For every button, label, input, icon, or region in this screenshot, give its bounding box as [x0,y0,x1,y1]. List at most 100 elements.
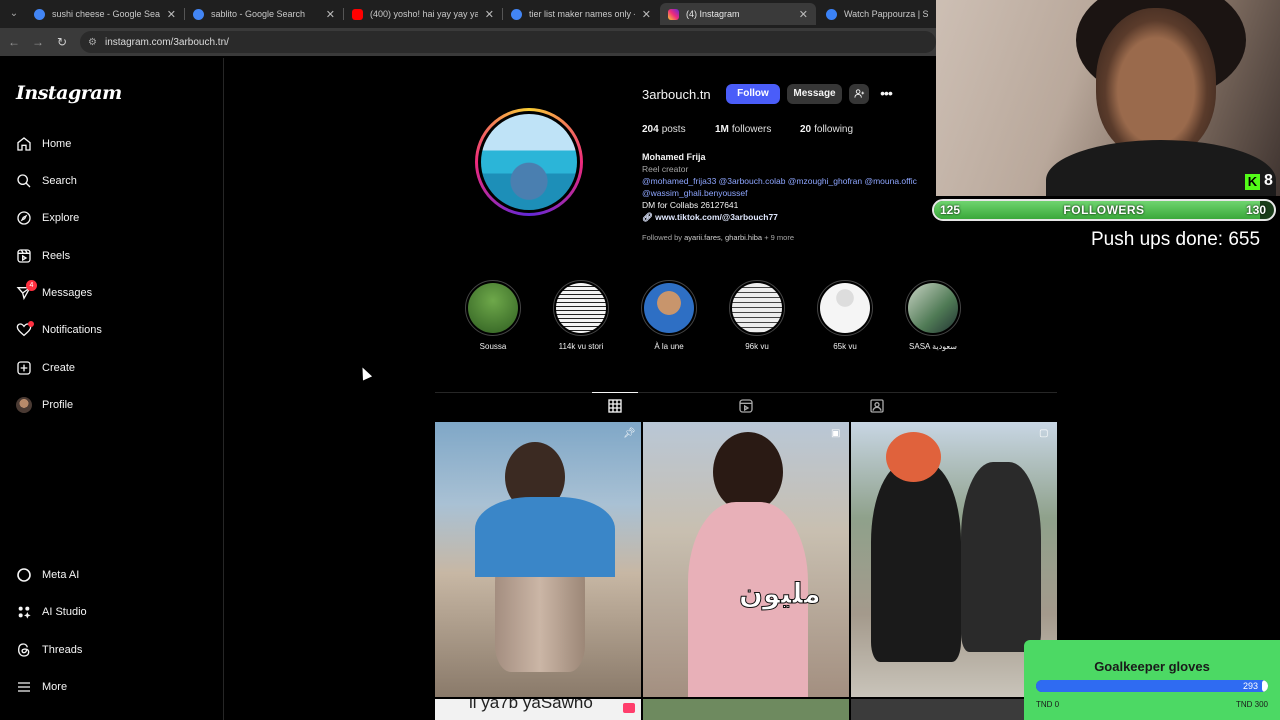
sidebar-item-label: Reels [42,250,71,262]
sidebar-item-label: Home [42,138,72,150]
sidebar-item-reels[interactable]: Reels [0,241,220,271]
post-thumbnail[interactable]: 📌︎ [435,422,641,697]
highlight-label: 65k vu [833,342,857,351]
sidebar-item-label: Profile [42,399,74,411]
sidebar-item-notifications[interactable]: Notifications [0,315,220,345]
followers-count[interactable]: 1M followers [715,124,771,135]
heart-icon [16,321,34,338]
bio-mentions[interactable]: @wassim_ghali.benyoussef [642,187,942,199]
tab-reels[interactable] [738,398,754,414]
url-text: instagram.com/3arbouch.tn/ [104,36,229,48]
post-overlay-text: مليون [739,578,822,610]
story-highlight[interactable]: 96k vu [727,280,787,351]
avatar [16,397,32,413]
site-info-icon[interactable]: ⚙ [88,37,97,48]
sidebar-item-search[interactable]: Search [0,166,220,196]
pushups-counter: Push ups done: 655 [1091,229,1261,250]
highlight-label: 114k vu stori [558,342,604,351]
sidebar-item-label: Messages [42,287,93,299]
close-icon[interactable]: ✕ [642,8,651,21]
sidebar-item-label: AI Studio [42,606,87,618]
instagram-icon [668,8,679,20]
browser-tab[interactable]: sablito - Google Search ✕ [185,3,343,25]
tab-search-chevron-icon[interactable]: ⌄ [6,6,22,22]
story-highlight[interactable]: SASA سعودية [903,280,963,351]
browser-tab[interactable]: Watch Pappourza | Streama [818,3,936,25]
sidebar-item-threads[interactable]: Threads [0,635,220,665]
story-highlight[interactable]: À la une [639,280,699,351]
story-highlight[interactable]: Soussa [463,280,523,351]
close-icon[interactable]: ✕ [326,8,335,21]
youtube-icon [352,8,363,20]
follower-goal-title: FOLLOWERS [1063,203,1145,217]
close-icon[interactable]: ✕ [799,8,808,21]
profile-full-name: Mohamed Frija [642,152,706,162]
kick-logo-icon: K [1245,174,1260,190]
donation-goal-title: Goalkeeper gloves [1094,659,1210,674]
browser-tab[interactable]: (400) yosho! hai yay yay yay#y ✕ [344,3,502,25]
tagged-icon [870,399,884,413]
highlight-label: À la une [654,342,684,351]
sidebar-item-label: Threads [42,644,83,656]
following-count[interactable]: 20 following [800,124,853,135]
sidebar-item-ai-studio[interactable]: AI Studio [0,597,220,627]
browser-tab[interactable]: sushi cheese - Google Search ✕ [26,3,184,25]
close-icon[interactable]: ✕ [167,8,176,21]
browser-tab[interactable]: tier list maker names only - Go ✕ [503,3,659,25]
sidebar-item-create[interactable]: Create [0,353,220,383]
suggested-accounts-button[interactable] [849,84,869,104]
explore-icon [16,210,32,226]
profile-avatar[interactable] [475,108,583,216]
reel-icon [623,703,635,713]
forward-arrow-icon[interactable]: → [30,34,46,50]
donation-goal-knob [1262,680,1268,692]
sidebar-item-more[interactable]: More [0,672,220,702]
options-ellipsis-icon[interactable]: ••• [877,84,895,104]
reel-icon: ▣ [831,428,841,439]
browser-tab-active[interactable]: (4) Instagram ✕ [660,3,816,25]
post-thumbnail[interactable]: مليون ▣ [643,422,849,697]
person-shirt [475,497,615,577]
profile-tabs-divider [435,392,1057,393]
posts-count: 204 posts [642,124,686,135]
follower-goal-bar: FOLLOWERS 125 130 [932,199,1276,221]
message-button[interactable]: Message [787,84,842,104]
follow-button[interactable]: Follow [726,84,780,104]
sidebar-item-explore[interactable]: Explore [0,203,220,233]
profile-category: Reel creator [642,164,689,174]
sidebar-item-messages[interactable]: 4 Messages [0,278,220,308]
bio-mentions[interactable]: @mohamed_frija33 @3arbouch.colab @mzough… [642,175,942,187]
person-head [713,432,783,512]
close-icon[interactable]: ✕ [485,8,494,21]
donation-goal-bar: 293 [1036,680,1268,692]
create-icon [16,360,32,376]
sidebar-item-profile[interactable]: Profile [0,390,220,420]
messages-badge: 4 [26,280,37,291]
tab-tagged[interactable] [869,398,885,414]
tab-title: (4) Instagram [686,9,740,19]
story-highlight[interactable]: 65k vu [815,280,875,351]
reels-icon [16,248,32,264]
highlight-label: 96k vu [745,342,769,351]
ai-studio-icon [16,604,32,620]
reload-icon[interactable]: ↻ [54,34,70,50]
post-overlay-text: li ya7b yaSawno [469,699,593,712]
home-icon [16,136,32,152]
search-icon [16,173,32,189]
sidebar-item-home[interactable]: Home [0,129,220,159]
followed-by[interactable]: Followed by ayarii.fares, gharbi.hiba + … [642,233,794,242]
sidebar-item-label: Explore [42,212,80,224]
google-icon [511,8,522,20]
tab-posts[interactable] [607,398,623,414]
sidebar-item-label: Create [42,362,76,374]
address-bar[interactable]: ⚙ instagram.com/3arbouch.tn/ [80,31,936,53]
back-arrow-icon[interactable]: ← [6,34,22,50]
grid-icon [608,399,622,413]
story-highlight[interactable]: 114k vu stori [551,280,611,351]
sidebar-item-meta-ai[interactable]: Meta AI [0,560,220,590]
person-left [871,462,961,662]
bio-link[interactable]: 🔗︎ www.tiktok.com/@3arbouch77 [642,211,942,223]
instagram-logo[interactable]: Instagram [16,82,122,104]
post-thumbnail[interactable]: li ya7b yaSawno [435,699,641,720]
post-thumbnail[interactable] [643,699,849,720]
